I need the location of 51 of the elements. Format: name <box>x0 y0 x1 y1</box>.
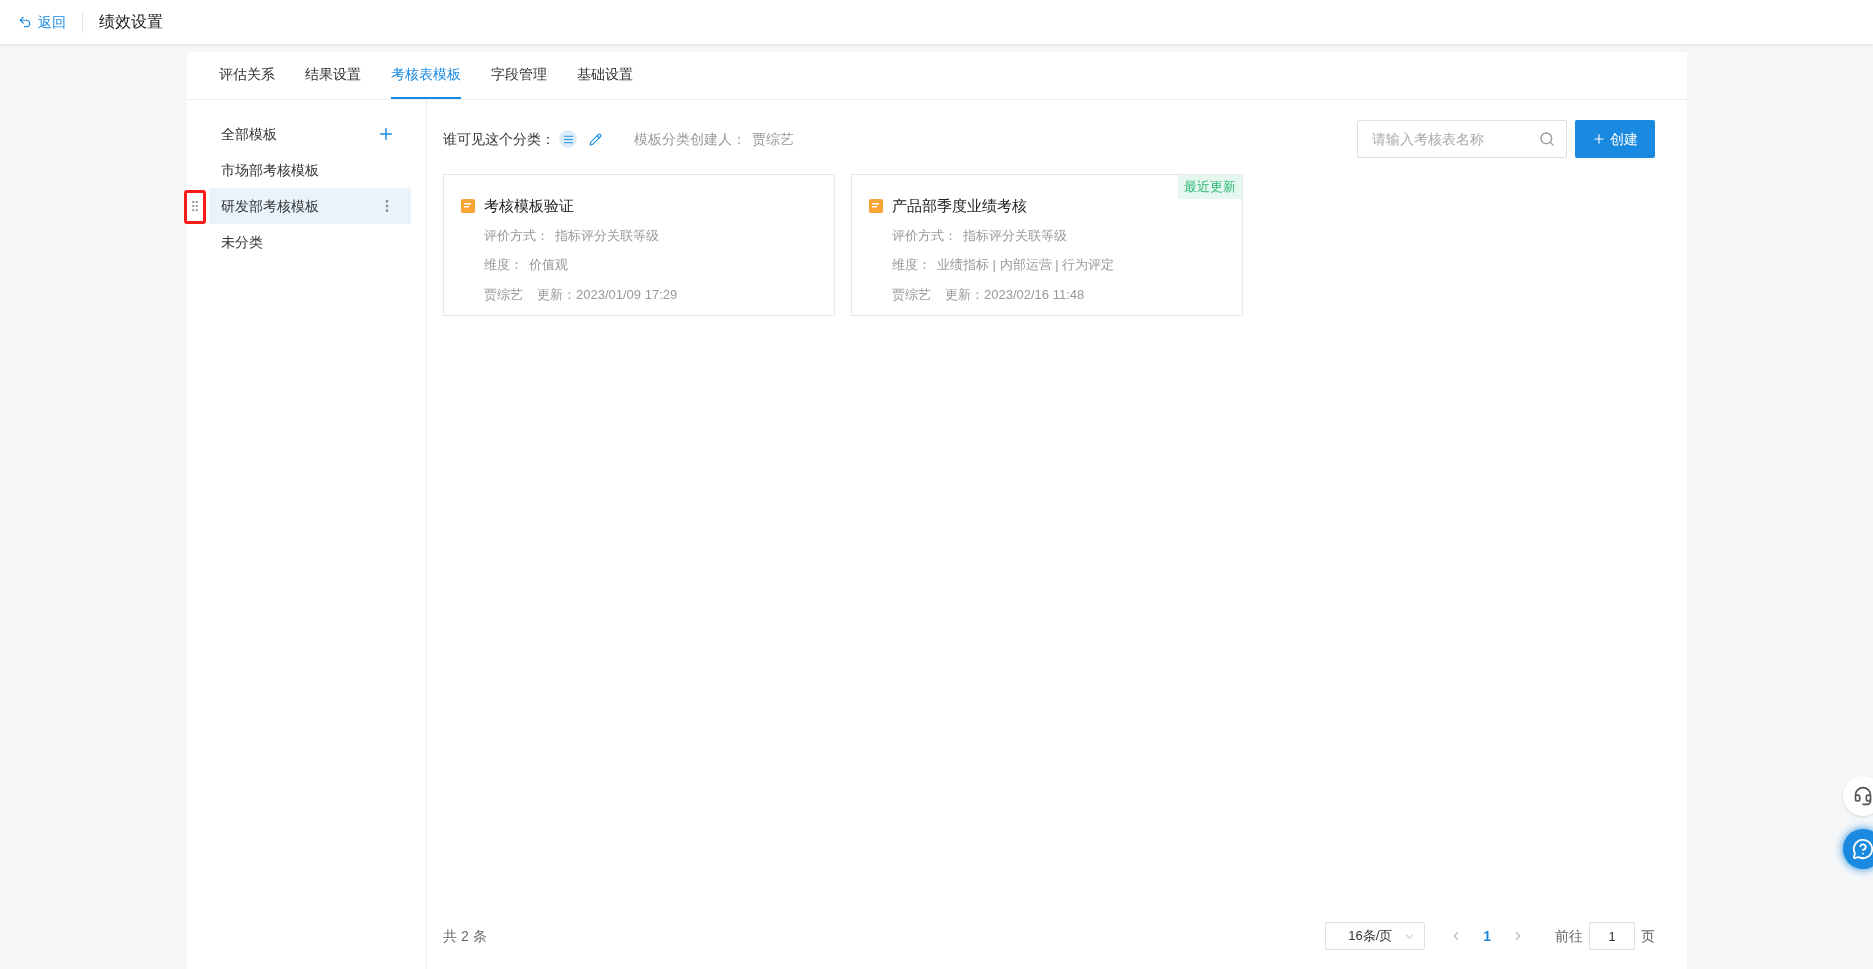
dimension-value: 价值观 <box>529 256 568 274</box>
visibility-label: 谁可见这个分类： <box>443 129 555 149</box>
update-time: 更新：2023/02/16 11:48 <box>945 285 1085 304</box>
page-input[interactable]: 1 <box>1589 922 1635 950</box>
dimension-label: 维度： <box>484 256 523 274</box>
card-title: 产品部季度业绩考核 <box>892 196 1027 216</box>
tab[interactable]: 评估关系 <box>219 51 275 99</box>
search-icon <box>1539 131 1555 147</box>
add-icon[interactable] <box>377 125 395 143</box>
help-icon <box>1852 838 1873 860</box>
support-button[interactable] <box>1843 776 1873 816</box>
search-field[interactable]: 请输入考核表名称 <box>1357 120 1567 158</box>
sidebar-item[interactable]: 研发部考核模板 <box>209 188 411 224</box>
method-label: 评价方式： <box>484 226 549 245</box>
tab[interactable]: 基础设置 <box>577 51 633 99</box>
tab[interactable]: 考核表模板 <box>391 51 461 99</box>
headset-icon <box>1853 786 1873 806</box>
template-card[interactable]: 考核模板验证 评价方式： 指标评分关联等级 维度： 价值观 贾综艺 更新：2023/01/09 17:29 <box>443 174 835 316</box>
card-title: 考核模板验证 <box>484 196 574 216</box>
author-name: 贾综艺 <box>892 285 931 304</box>
help-button[interactable] <box>1843 829 1873 869</box>
sidebar-item[interactable]: 全部模板 <box>209 116 411 152</box>
sidebar-item[interactable]: 未分类 <box>209 224 411 260</box>
dimension-label: 维度： <box>892 256 931 274</box>
create-button[interactable]: 创建 <box>1575 120 1655 158</box>
method-label: 评价方式： <box>892 226 957 245</box>
list-icon[interactable] <box>559 130 577 148</box>
creator-name: 贾综艺 <box>752 129 794 149</box>
total-count: 共 2 条 <box>443 926 487 946</box>
goto-label: 前往 <box>1555 926 1583 946</box>
tab[interactable]: 字段管理 <box>491 51 547 99</box>
document-icon <box>460 198 476 215</box>
page-title: 绩效设置 <box>99 12 163 32</box>
edit-icon[interactable] <box>589 132 602 146</box>
creator-label: 模板分类创建人： <box>634 129 746 149</box>
template-card[interactable]: 最近更新 产品部季度业绩考核 评价方式： 指标评分关联等级 维度： 业绩指标 | 内部运营 | 行为评定 贾综艺 更新：2023/02/16 11:48 <box>851 174 1243 316</box>
back-link[interactable]: 返回 <box>18 11 83 33</box>
back-icon <box>18 15 32 29</box>
tab[interactable]: 结果设置 <box>305 51 361 99</box>
recent-badge: 最近更新 <box>1178 175 1242 199</box>
goto-suffix: 页 <box>1641 926 1655 946</box>
sidebar-item[interactable]: 市场部考核模板 <box>209 152 411 188</box>
update-time: 更新：2023/01/09 17:29 <box>537 285 678 304</box>
dimension-value: 业绩指标 | 内部运营 | 行为评定 <box>937 256 1115 274</box>
method-value: 指标评分关联等级 <box>963 226 1067 245</box>
method-value: 指标评分关联等级 <box>555 226 659 245</box>
document-icon <box>868 198 884 215</box>
page-size-select[interactable]: 16条/页 <box>1325 922 1426 950</box>
author-name: 贾综艺 <box>484 285 523 304</box>
plus-icon <box>1592 132 1606 146</box>
page-number[interactable]: 1 <box>1483 925 1491 947</box>
